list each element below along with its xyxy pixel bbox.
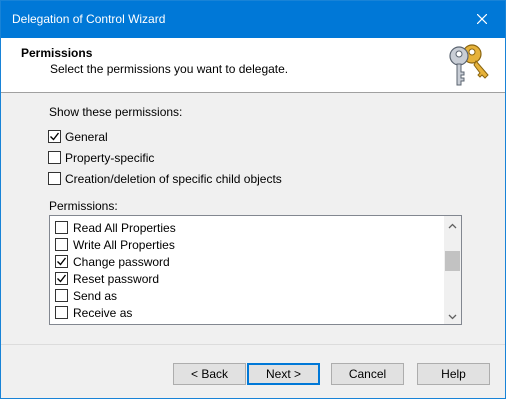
permission-label: Write All Properties bbox=[73, 238, 175, 252]
permission-label: Reset password bbox=[73, 272, 160, 286]
permissions-listbox[interactable]: Read All Properties Write All Properties… bbox=[49, 215, 462, 325]
list-item[interactable]: Read All Properties bbox=[50, 219, 442, 236]
wizard-header: Permissions Select the permissions you w… bbox=[1, 38, 505, 93]
child-objects-label[interactable]: Creation/deletion of specific child obje… bbox=[65, 172, 282, 186]
next-button[interactable]: Next > bbox=[247, 363, 320, 385]
list-item[interactable]: Reset password bbox=[50, 270, 442, 287]
permission-checkbox[interactable] bbox=[55, 306, 68, 319]
show-permissions-label: Show these permissions: bbox=[49, 105, 183, 119]
delegation-wizard-window: Delegation of Control Wizard Permissions… bbox=[0, 0, 506, 399]
scrollbar-thumb[interactable] bbox=[445, 251, 460, 271]
chevron-down-icon bbox=[448, 309, 457, 323]
permission-checkbox[interactable] bbox=[55, 221, 68, 234]
back-button[interactable]: < Back bbox=[173, 363, 246, 385]
list-item[interactable]: Change password bbox=[50, 253, 442, 270]
general-checkbox[interactable] bbox=[48, 130, 61, 143]
scroll-up-button[interactable] bbox=[444, 216, 461, 233]
close-icon bbox=[476, 13, 488, 27]
keys-icon bbox=[444, 41, 492, 89]
header-subtitle: Select the permissions you want to deleg… bbox=[50, 62, 289, 76]
permission-label: Read All Properties bbox=[73, 221, 176, 235]
permission-checkbox[interactable] bbox=[55, 289, 68, 302]
list-item[interactable]: Send as bbox=[50, 287, 442, 304]
footer-divider bbox=[1, 344, 505, 345]
cancel-button[interactable]: Cancel bbox=[331, 363, 404, 385]
property-specific-label[interactable]: Property-specific bbox=[65, 151, 154, 165]
list-item[interactable]: Write All Properties bbox=[50, 236, 442, 253]
chevron-up-icon bbox=[448, 218, 457, 232]
close-button[interactable] bbox=[459, 1, 505, 38]
header-title: Permissions bbox=[21, 46, 93, 60]
window-title: Delegation of Control Wizard bbox=[12, 12, 166, 26]
title-bar[interactable]: Delegation of Control Wizard bbox=[1, 1, 505, 38]
help-button[interactable]: Help bbox=[417, 363, 490, 385]
general-label[interactable]: General bbox=[65, 130, 108, 144]
list-item[interactable]: Receive as bbox=[50, 304, 442, 321]
permission-label: Receive as bbox=[73, 306, 133, 320]
scroll-down-button[interactable] bbox=[444, 307, 461, 324]
permission-checkbox[interactable] bbox=[55, 272, 68, 285]
permission-checkbox[interactable] bbox=[55, 255, 68, 268]
permission-label: Send as bbox=[73, 289, 118, 303]
vertical-scrollbar[interactable] bbox=[444, 216, 461, 324]
property-specific-checkbox[interactable] bbox=[48, 151, 61, 164]
permission-checkbox[interactable] bbox=[55, 238, 68, 251]
permissions-label: Permissions: bbox=[49, 199, 118, 213]
child-objects-checkbox[interactable] bbox=[48, 172, 61, 185]
permission-label: Change password bbox=[73, 255, 170, 269]
